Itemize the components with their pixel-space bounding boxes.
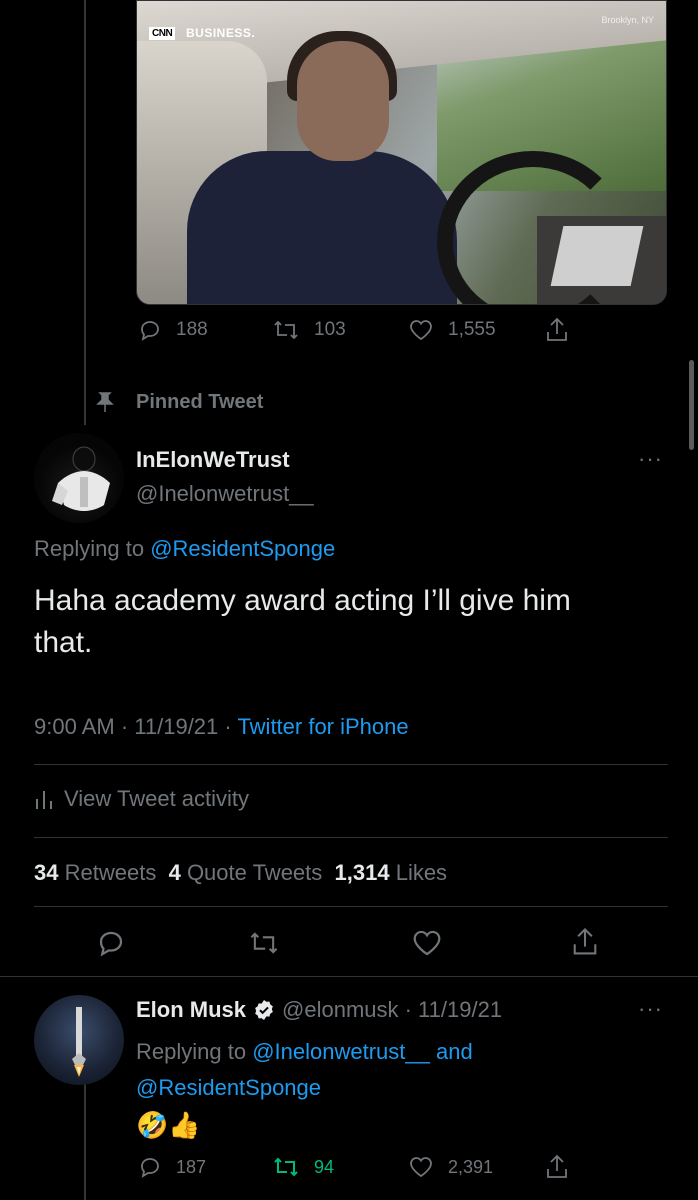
reply-reply-count: 187 [176,1156,207,1177]
cnn-business-label: BUSINESS. [186,26,256,40]
reply-handle-date[interactable]: @elonmusk · 11/19/21 [282,997,502,1023]
view-activity-button[interactable]: View Tweet activity [34,786,249,812]
reply-icon [138,318,162,342]
reply-retweet-action[interactable]: 94 [272,1155,334,1179]
reply-retweet-count: 94 [314,1156,335,1177]
pin-icon [95,391,115,413]
divider-4 [0,976,698,977]
reply-replying-to: Replying to @Inelonwetrust__ and @Reside… [136,1039,473,1100]
reply-header: Elon Musk @elonmusk · 11/19/21 [136,997,502,1023]
replying-to-link-2[interactable]: @ResidentSponge [136,1075,321,1100]
reply-icon [138,1155,162,1179]
reply-more-icon[interactable]: ··· [638,996,663,1022]
like-count: 1,555 [448,319,496,340]
share-icon[interactable] [544,316,570,344]
reply-display-name[interactable]: Elon Musk [136,997,246,1023]
timestamp[interactable]: 9:00 AM · 11/19/21 · [34,714,232,739]
verified-badge-icon [252,998,276,1022]
view-activity-label: View Tweet activity [64,786,250,811]
reply-share-icon[interactable] [544,1153,570,1181]
thread-line-top [84,0,86,425]
reply-count: 188 [176,319,208,340]
replying-to-link[interactable]: @ResidentSponge [150,536,335,561]
like-button[interactable] [411,928,443,958]
tweet-text: Haha academy award acting I’ll give him … [34,584,571,659]
retweet-icon [272,1155,300,1179]
cnn-logo: CNN [149,27,176,40]
reply-avatar[interactable] [34,995,124,1085]
replying-to-line: Replying to @ResidentSponge [34,536,336,561]
reply-reply-action[interactable]: 187 [138,1155,206,1179]
share-button[interactable] [570,926,600,958]
heart-icon [408,318,434,342]
video-thumbnail[interactable]: CNN BUSINESS. Brooklyn, NY [136,0,667,305]
quotes-stat[interactable]: 4 Quote Tweets [169,860,323,885]
tweet-meta: 9:00 AM · 11/19/21 · Twitter for iPhone [34,714,409,740]
divider-2 [34,837,668,838]
engagement-stats: 34 Retweets 4 Quote Tweets 1,314 Likes [34,860,447,886]
scrollbar[interactable] [689,360,694,450]
retweet-icon [272,318,300,342]
retweets-stat[interactable]: 34 Retweets [34,860,156,885]
activity-chart-icon [34,787,54,811]
avatar[interactable] [34,433,124,523]
reply-button[interactable] [96,928,126,958]
replying-to-link-1[interactable]: @Inelonwetrust__ [252,1039,430,1064]
divider-1 [34,764,668,765]
like-action[interactable]: 1,555 [408,318,496,342]
more-icon[interactable]: ··· [638,446,663,472]
retweet-count: 103 [314,319,346,340]
video-location: Brooklyn, NY [601,15,654,25]
client-link[interactable]: Twitter for iPhone [237,714,408,739]
handle[interactable]: @Inelonwetrust__ [136,481,314,507]
display-name[interactable]: InElonWeTrust [136,447,290,473]
reply-like-action[interactable]: 2,391 [408,1155,493,1179]
pinned-label: Pinned Tweet [136,391,264,413]
divider-3 [34,906,668,907]
retweet-action[interactable]: 103 [272,318,346,342]
retweet-button[interactable] [248,928,280,958]
reply-action[interactable]: 188 [138,318,208,342]
reply-emoji: 🤣👍 [136,1110,201,1140]
reply-like-count: 2,391 [448,1156,494,1177]
heart-icon [408,1155,434,1179]
likes-stat[interactable]: 1,314 Likes [335,860,448,885]
